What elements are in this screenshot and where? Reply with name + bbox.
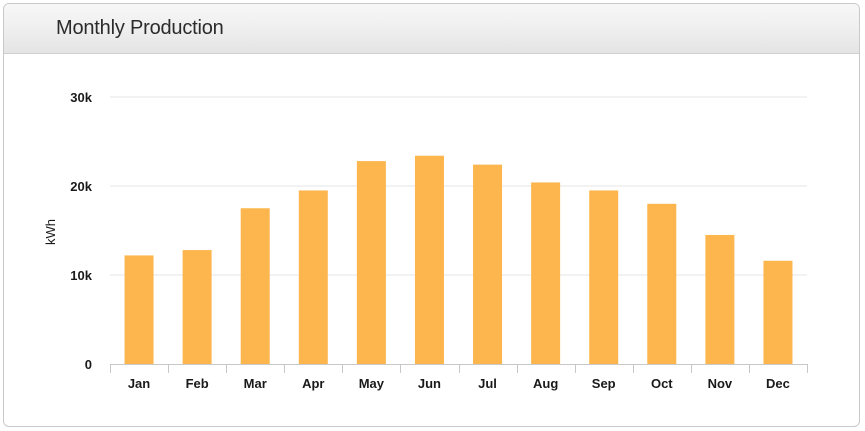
chart-x-tick-labels: Jan Feb Mar Apr May Jun Jul Aug Sep Oct Nov Dec <box>128 376 790 391</box>
chart-x-axis <box>110 364 808 373</box>
x-tick-label: Dec <box>766 376 790 391</box>
x-tick-label: May <box>359 376 385 391</box>
y-tick-label: 20k <box>70 179 92 194</box>
x-tick-label: Apr <box>302 376 324 391</box>
chart-bars <box>124 155 793 364</box>
x-tick-label: Jun <box>418 376 441 391</box>
chart-y-tick-labels: 0 10k 20k 30k <box>70 90 92 372</box>
bar-sep <box>589 190 619 364</box>
x-tick-label: Jul <box>478 376 497 391</box>
x-tick-label: Mar <box>244 376 267 391</box>
y-axis-title: kWh <box>43 219 58 245</box>
x-tick-label: Jan <box>128 376 150 391</box>
bar-nov <box>705 234 735 364</box>
y-tick-label: 30k <box>70 90 92 105</box>
y-tick-label: 10k <box>70 268 92 283</box>
bar-may <box>356 161 386 364</box>
bar-jul <box>473 164 503 364</box>
x-tick-label: Nov <box>708 376 733 391</box>
chart-gridlines <box>110 96 807 276</box>
x-tick-label: Oct <box>651 376 673 391</box>
bar-oct <box>647 203 677 364</box>
bar-chart: 0 10k 20k 30k Jan Feb Mar Apr May Jun Jul Aug Sep Oc… <box>43 90 808 391</box>
bar-apr <box>298 190 328 364</box>
bar-aug <box>531 182 561 364</box>
x-tick-label: Aug <box>533 376 558 391</box>
x-tick-label: Sep <box>592 376 616 391</box>
bar-dec <box>763 260 793 364</box>
x-tick-label: Feb <box>186 376 209 391</box>
bar-feb <box>182 250 212 364</box>
bar-jan <box>124 255 154 364</box>
bar-mar <box>240 208 270 364</box>
bar-jun <box>414 155 444 364</box>
y-tick-label: 0 <box>85 357 92 372</box>
